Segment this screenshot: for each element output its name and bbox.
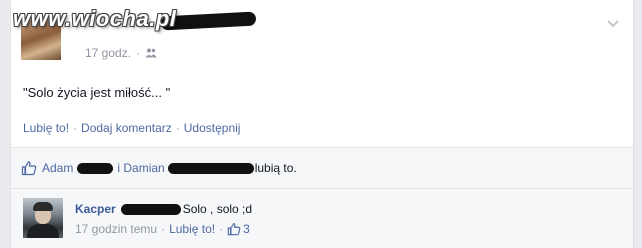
comment-text: Solo , solo ;d: [182, 202, 253, 216]
post-timestamp[interactable]: 17 godz.: [85, 46, 131, 60]
comment: Kacper Solo , solo ;d 17 godzin temu · L…: [11, 189, 633, 248]
likes-suffix: lubią to.: [254, 161, 297, 175]
comment-like-link[interactable]: Lubię to!: [169, 222, 215, 236]
thumbs-up-icon: [21, 161, 37, 176]
redacted-surname: [77, 162, 114, 174]
like-link[interactable]: Lubię to!: [23, 121, 69, 135]
post-text: "Solo życia jest miłość... ": [23, 85, 171, 100]
action-separator: ·: [175, 121, 180, 135]
liker-name-adam[interactable]: Adam: [42, 161, 73, 175]
comment-author-avatar[interactable]: [23, 198, 63, 238]
redacted-surname: [167, 162, 254, 174]
watermark: www.wiocha.pl: [13, 6, 177, 31]
thumbs-up-icon: [227, 223, 241, 236]
redacted-surname: [120, 203, 181, 215]
post-meta: 17 godz. ·: [85, 46, 157, 60]
likes-joiner[interactable]: i Damian: [117, 161, 164, 175]
meta-separator: ·: [161, 222, 166, 236]
share-link[interactable]: Udostępnij: [184, 121, 241, 135]
friends-icon[interactable]: [145, 48, 157, 58]
action-separator: ·: [73, 121, 78, 135]
chevron-down-icon[interactable]: [607, 20, 619, 28]
post-card: www.wiocha.pl 17 godz. · "Solo życia jes…: [10, 0, 634, 248]
like-count-value: 3: [243, 222, 250, 236]
meta-separator: ·: [136, 46, 141, 60]
comment-line: Kacper Solo , solo ;d: [75, 202, 252, 216]
post-actions: Lubię to! · Dodaj komentarz · Udostępnij: [23, 121, 240, 135]
comment-meta: 17 godzin temu · Lubię to! · 3: [75, 222, 250, 236]
comment-timestamp[interactable]: 17 godzin temu: [75, 222, 157, 236]
comment-like-count[interactable]: 3: [227, 222, 250, 236]
comment-author[interactable]: Kacper: [75, 202, 116, 216]
meta-separator: ·: [219, 222, 224, 236]
likes-summary: Adam i Damian lubią to.: [11, 148, 633, 188]
comment-link[interactable]: Dodaj komentarz: [81, 121, 172, 135]
